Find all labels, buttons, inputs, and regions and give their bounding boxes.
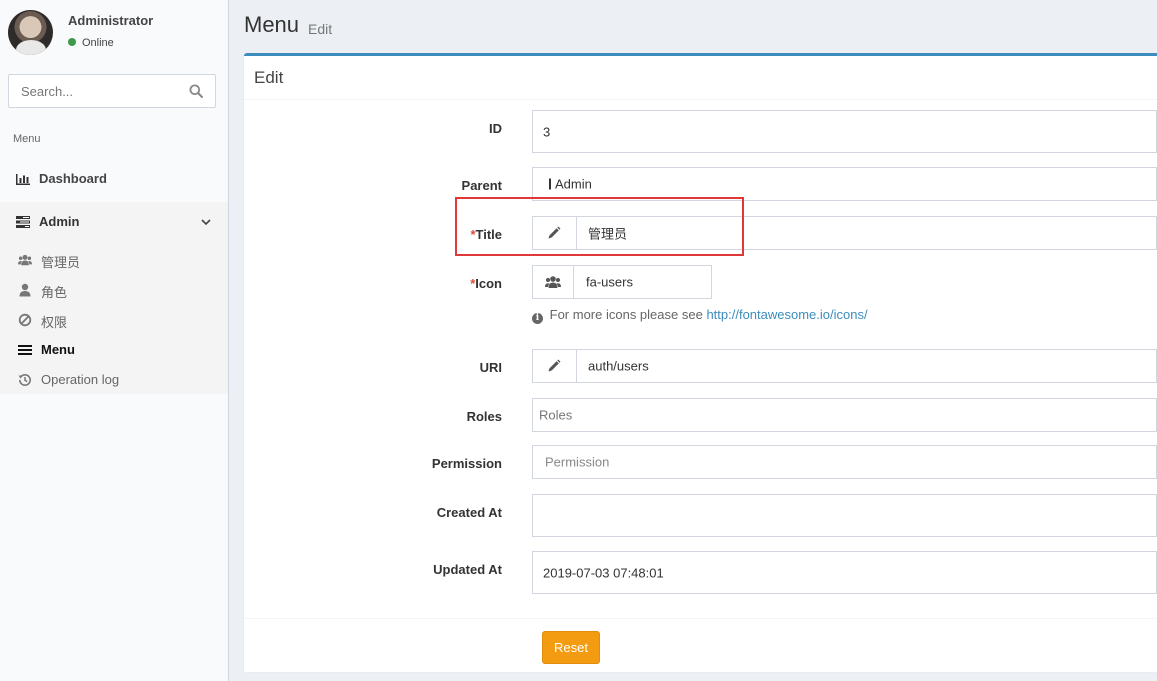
- search-input[interactable]: [9, 75, 203, 107]
- online-status-icon: [68, 38, 76, 46]
- sidebar-item-label: Dashboard: [39, 171, 107, 186]
- pencil-icon: [548, 359, 561, 372]
- roles-placeholder: Roles: [539, 407, 573, 423]
- sidebar-item-menu[interactable]: Menu: [0, 336, 228, 364]
- box-footer: Reset: [244, 618, 1157, 672]
- icon-label-text: Icon: [475, 276, 502, 291]
- created-at-label: Created At: [436, 505, 502, 520]
- user-status: Online: [68, 37, 114, 49]
- user-panel: Administrator Online: [8, 10, 220, 60]
- sidebar-item-operation-log[interactable]: Operation log: [0, 366, 228, 394]
- chevron-down-icon: [201, 219, 211, 226]
- sidebar-item-permissions[interactable]: 权限: [0, 306, 228, 334]
- user-name: Administrator: [68, 13, 154, 28]
- id-field[interactable]: 3: [532, 110, 1157, 153]
- roles-label: Roles: [466, 409, 502, 424]
- sidebar-item-label: Admin: [39, 214, 80, 229]
- sidebar-item-label: 权限: [41, 315, 68, 330]
- fontawesome-link[interactable]: http://fontawesome.io/icons/: [706, 307, 867, 322]
- page-title: Menu: [244, 12, 300, 37]
- sidebar-item-label: 管理员: [41, 255, 81, 270]
- ban-icon: [18, 313, 32, 327]
- parent-value: Admin: [549, 177, 592, 192]
- sidebar: Administrator Online Menu Dashboard: [0, 0, 229, 681]
- tasks-icon: [16, 216, 30, 228]
- user-icon: [19, 283, 31, 297]
- roles-select[interactable]: Roles: [532, 398, 1157, 432]
- help-text: For more icons please see: [549, 307, 703, 322]
- avatar: [8, 10, 53, 55]
- uri-value: auth/users: [588, 358, 649, 374]
- parent-value-text: Admin: [555, 176, 592, 192]
- updated-at-label: Updated At: [433, 562, 502, 577]
- reset-button[interactable]: Reset: [542, 631, 600, 664]
- icon-value: fa-users: [586, 274, 633, 290]
- sidebar-item-label: Menu: [41, 342, 75, 357]
- bar-chart-icon: [16, 174, 30, 185]
- updated-at-field[interactable]: 2019-07-03 07:48:01: [532, 551, 1157, 594]
- search-icon[interactable]: [189, 84, 203, 98]
- sidebar-item-label: Operation log: [41, 372, 120, 387]
- id-label: ID: [489, 121, 502, 136]
- created-at-field[interactable]: [532, 494, 1157, 537]
- uri-field[interactable]: auth/users: [532, 349, 1157, 383]
- uri-addon: [533, 350, 577, 382]
- history-icon: [18, 373, 31, 386]
- sidebar-menu-header: Menu: [13, 133, 41, 145]
- sidebar-item-dashboard[interactable]: Dashboard: [0, 164, 228, 194]
- sidebar-item-roles[interactable]: 角色: [0, 276, 228, 304]
- box-title: Edit: [254, 68, 284, 87]
- icon-label: *Icon: [244, 276, 502, 291]
- edit-form-box: Edit ID 3 Parent Admin *Title 管理员 *Icon: [244, 53, 1157, 672]
- icon-help-text: i For more icons please see http://fonta…: [532, 307, 868, 324]
- sidebar-item-label: 角色: [41, 285, 68, 300]
- uri-label: URI: [479, 360, 502, 375]
- permission-placeholder: Permission: [545, 454, 610, 470]
- user-status-label: Online: [82, 37, 114, 49]
- page-subtitle: Edit: [308, 21, 333, 37]
- bars-icon: [18, 345, 32, 355]
- title-highlight-box: [455, 197, 744, 256]
- sidebar-search: [8, 74, 216, 108]
- id-value: 3: [543, 124, 551, 139]
- sidebar-item-admin[interactable]: Admin: [0, 207, 228, 237]
- parent-select[interactable]: Admin: [532, 167, 1157, 201]
- permission-label: Permission: [431, 456, 502, 471]
- info-icon: i: [532, 313, 543, 324]
- users-icon: [18, 254, 32, 266]
- permission-select[interactable]: Permission: [532, 445, 1157, 479]
- icon-field[interactable]: fa-users: [532, 265, 712, 299]
- parent-label: Parent: [461, 178, 502, 193]
- updated-at-value: 2019-07-03 07:48:01: [543, 565, 664, 580]
- icon-addon: [533, 266, 574, 298]
- sidebar-item-administrators[interactable]: 管理员: [0, 246, 228, 274]
- users-icon: [545, 276, 561, 288]
- box-divider: [244, 99, 1157, 100]
